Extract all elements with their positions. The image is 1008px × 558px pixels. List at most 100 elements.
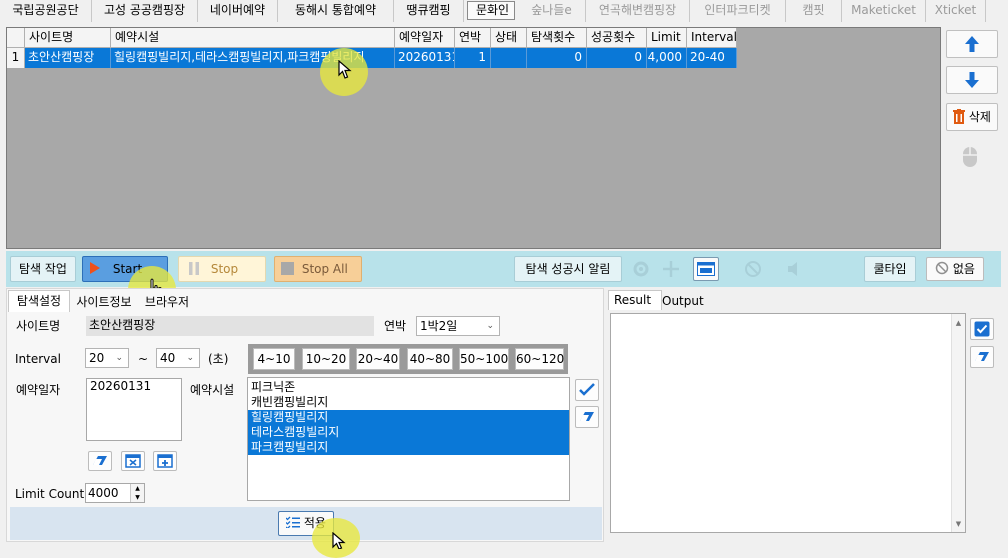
cell-success-count[interactable]: 0 xyxy=(587,48,647,68)
col-header-status[interactable]: 상태 xyxy=(491,28,527,48)
scroll-down-icon[interactable]: ▼ xyxy=(952,520,965,528)
tab-thankyou[interactable]: 땡큐캠핑 xyxy=(394,0,464,22)
cell-limit[interactable]: 4,000 xyxy=(647,48,687,68)
cell-date[interactable]: 20260131 xyxy=(395,48,455,68)
block-icon[interactable] xyxy=(744,260,762,278)
checkbox-icon xyxy=(974,321,990,337)
stop-icon xyxy=(281,262,294,275)
double-check-icon xyxy=(579,383,595,396)
gear-icon[interactable] xyxy=(632,260,650,278)
move-icon[interactable] xyxy=(662,260,680,278)
clear-facilities-button[interactable] xyxy=(575,406,599,428)
stop-all-button[interactable]: Stop All xyxy=(274,256,362,282)
no-icon xyxy=(935,261,949,275)
move-down-button[interactable] xyxy=(946,66,998,94)
scroll-up-icon[interactable]: ▲ xyxy=(952,319,965,327)
interval-from-select[interactable]: 20 ⌄ xyxy=(85,348,129,368)
col-header-success-count[interactable]: 성공횟수 xyxy=(587,28,647,48)
tab-search-settings[interactable]: 탐색설정 xyxy=(8,290,70,312)
list-item[interactable]: 피크닉존 xyxy=(248,380,569,395)
cursor-icon xyxy=(338,60,352,79)
tab-supnadeul[interactable]: 숲나들e xyxy=(518,0,586,22)
notify-on-success-label: 탐색 성공시 알림 xyxy=(514,256,622,282)
cell-site[interactable]: 초안산캠핑장 xyxy=(25,48,111,68)
col-header-site[interactable]: 사이트명 xyxy=(25,28,111,48)
preset-20-40[interactable]: 20~40 xyxy=(356,348,400,370)
task-section-label: 탐색 작업 xyxy=(10,256,76,282)
arrow-up-icon xyxy=(965,36,979,52)
col-header-search-count[interactable]: 탐색횟수 xyxy=(527,28,587,48)
tab-browser[interactable]: 브라우저 xyxy=(138,293,196,311)
calendar-x-icon xyxy=(125,454,141,468)
window-button[interactable] xyxy=(693,257,719,281)
result-check-button[interactable] xyxy=(970,318,994,340)
tab-result[interactable]: Result xyxy=(608,290,662,310)
nights-select[interactable]: 1박2일 ⌄ xyxy=(416,316,500,336)
list-item[interactable]: 20260131 xyxy=(90,379,178,394)
speaker-icon[interactable] xyxy=(786,260,804,278)
spin-arrows-icon[interactable]: ▲ ▼ xyxy=(130,484,144,502)
stop-button[interactable]: Stop xyxy=(178,256,266,282)
col-header-interval[interactable]: Interval xyxy=(687,28,737,48)
preset-40-80[interactable]: 40~80 xyxy=(407,348,453,370)
list-item[interactable]: 파크캠핑빌리지 xyxy=(248,440,569,455)
col-header-nights[interactable]: 연박 xyxy=(455,28,491,48)
move-up-button[interactable] xyxy=(946,30,998,58)
cell-interval[interactable]: 20-40 xyxy=(687,48,737,68)
eraser-icon xyxy=(975,352,989,361)
chevron-down-icon: ⌄ xyxy=(186,353,194,363)
preset-4-10[interactable]: 4~10 xyxy=(253,348,295,370)
list-item[interactable]: 캐빈캠핑빌리지 xyxy=(248,395,569,410)
trash-icon xyxy=(953,109,966,124)
interval-unit: (초) xyxy=(208,352,229,366)
tab-campfit[interactable]: 캠핏 xyxy=(786,0,842,22)
facility-list[interactable]: 피크닉존 캐빈캠핑빌리지 힐링캠핑빌리지 테라스캠핑빌리지 파크캠핑빌리지 xyxy=(247,377,570,501)
clear-dates-button[interactable] xyxy=(88,451,112,471)
result-scrollbar[interactable]: ▲ ▼ xyxy=(951,314,965,532)
tab-output[interactable]: Output xyxy=(660,293,704,310)
preset-10-20[interactable]: 10~20 xyxy=(302,348,350,370)
col-header-limit[interactable]: Limit xyxy=(647,28,687,48)
delete-label: 삭제 xyxy=(968,110,991,124)
tab-naver[interactable]: 네이버예약 xyxy=(198,0,278,22)
date-label: 예약일자 xyxy=(16,383,61,397)
list-item[interactable]: 힐링캠핑빌리지 xyxy=(248,410,569,425)
limit-count-input[interactable]: 4000 ▲ ▼ xyxy=(85,483,145,503)
tab-interpark[interactable]: 인터파크티켓 xyxy=(690,0,786,22)
cooltime-none-button[interactable]: 없음 xyxy=(926,257,984,281)
cell-status[interactable] xyxy=(491,48,527,68)
cursor-icon xyxy=(332,532,346,549)
date-list[interactable]: 20260131 xyxy=(86,378,182,441)
tab-goseong[interactable]: 고성 공공캠핑장 xyxy=(92,0,198,22)
list-item[interactable]: 테라스캠핑빌리지 xyxy=(248,425,569,440)
select-all-facilities-button[interactable] xyxy=(575,379,599,401)
pause-icon xyxy=(189,262,199,275)
tab-xticket[interactable]: Xticket xyxy=(926,0,986,22)
preset-50-100[interactable]: 50~100 xyxy=(459,348,509,370)
chevron-down-icon: ⌄ xyxy=(115,353,123,363)
nights-value: 1박2일 xyxy=(420,319,458,333)
delete-button[interactable]: 삭제 xyxy=(946,103,998,131)
interval-to-select[interactable]: 40 ⌄ xyxy=(156,348,200,368)
delete-date-button[interactable] xyxy=(121,451,145,471)
tab-knps[interactable]: 국립공원공단 xyxy=(0,0,92,22)
tab-site-info[interactable]: 사이트정보 xyxy=(72,293,136,311)
calendar-add-icon xyxy=(157,454,173,468)
preset-60-120[interactable]: 60~120 xyxy=(515,348,564,370)
cell-nights[interactable]: 1 xyxy=(455,48,491,68)
checklist-icon xyxy=(285,516,301,530)
tab-maketicket[interactable]: Maketicket xyxy=(842,0,926,22)
interval-to-value: 40 xyxy=(160,351,176,365)
facility-label: 예약시설 xyxy=(190,383,235,397)
tab-donghae[interactable]: 동해시 통합예약 xyxy=(278,0,394,22)
tab-munhwain[interactable]: 문화인 xyxy=(467,1,515,20)
tab-yeongok[interactable]: 연곡해변캠핑장 xyxy=(586,0,690,22)
result-textbox[interactable]: ▲ ▼ xyxy=(610,313,966,533)
add-date-button[interactable] xyxy=(153,451,177,471)
col-header-date[interactable]: 예약일자 xyxy=(395,28,455,48)
arrow-down-icon xyxy=(965,72,979,88)
result-clear-button[interactable] xyxy=(970,346,994,368)
cell-search-count[interactable]: 0 xyxy=(527,48,587,68)
limit-count-label: Limit Count xyxy=(15,487,85,501)
col-header-facility[interactable]: 예약시설 xyxy=(111,28,395,48)
